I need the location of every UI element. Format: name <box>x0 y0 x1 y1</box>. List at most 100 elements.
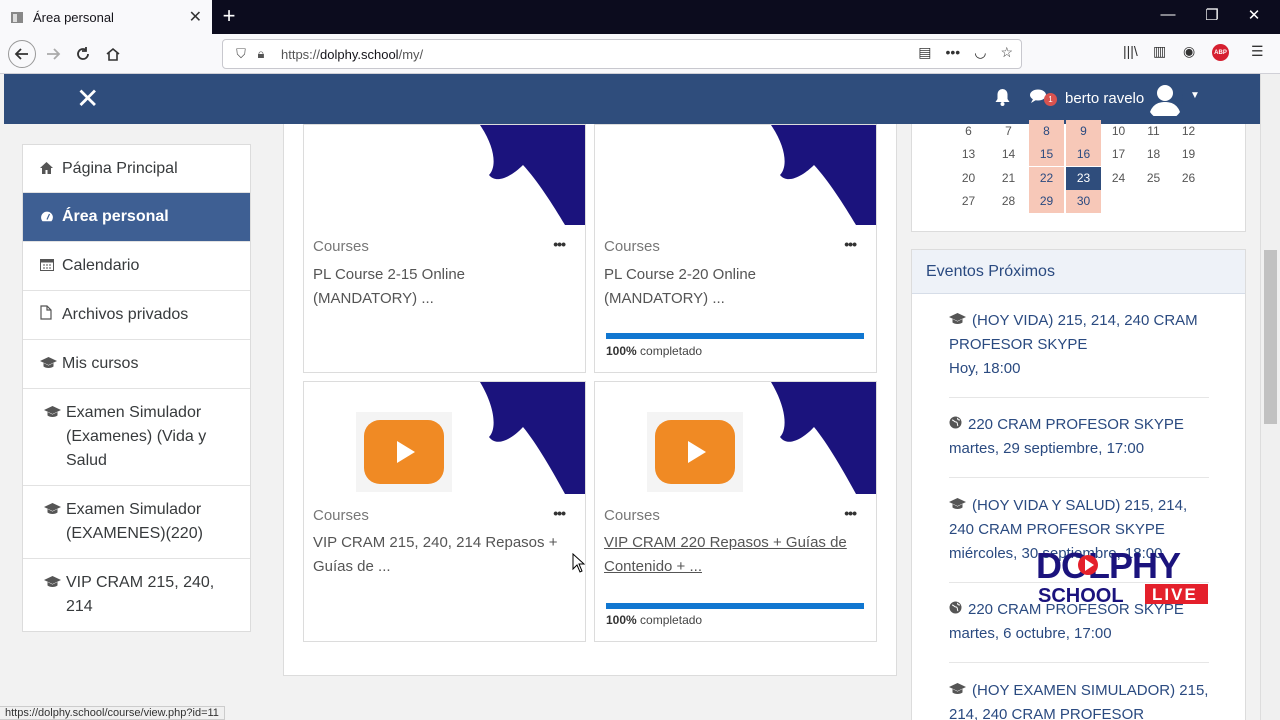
nav-drawer: Página Principal Área personal Calendari… <box>22 144 251 632</box>
more-actions-icon[interactable]: ••• <box>946 44 961 61</box>
bookmark-star-icon[interactable]: ☆ <box>1000 44 1013 61</box>
event-title[interactable]: (HOY EXAMEN SIMULADOR) 215, 214, 240 CRA… <box>949 682 1208 720</box>
calendar-day[interactable]: 7 <box>991 120 1026 143</box>
progress-fill <box>606 333 864 339</box>
back-button[interactable] <box>8 40 36 68</box>
calendar-day[interactable]: 17 <box>1101 143 1136 166</box>
calendar-day[interactable]: 24 <box>1101 167 1136 190</box>
calendar-day[interactable]: 25 <box>1136 167 1171 190</box>
course-card[interactable]: Courses ••• VIP CRAM 220 Repasos + Guías… <box>594 381 877 642</box>
florida-map-icon <box>771 382 876 494</box>
sidebar-item-dashboard[interactable]: Área personal <box>23 193 250 242</box>
course-image[interactable] <box>595 125 876 225</box>
svg-text:SCHOOL: SCHOOL <box>1038 585 1124 606</box>
pocket-icon[interactable]: ◡ <box>974 44 986 61</box>
course-title[interactable]: PL Course 2-15 Online (MANDATORY) ... <box>313 263 573 311</box>
window-close-icon[interactable]: ✕ <box>1244 6 1264 24</box>
sidebar-item-label: Examen Simulador (Examenes) (Vida y Salu… <box>66 404 207 469</box>
reader-view-icon[interactable]: ▤ <box>918 44 931 61</box>
sidebar-item-my-courses[interactable]: Mis cursos <box>23 340 250 389</box>
calendar-day[interactable]: 26 <box>1171 167 1206 190</box>
course-menu-icon[interactable]: ••• <box>553 505 566 521</box>
calendar-day[interactable]: 13 <box>951 143 986 166</box>
video-thumbnail <box>647 412 743 492</box>
calendar-day[interactable]: 6 <box>951 120 986 143</box>
bell-icon[interactable] <box>994 88 1011 111</box>
calendar-icon <box>40 254 62 279</box>
calendar-day[interactable]: 8 <box>1029 120 1064 143</box>
status-bar-url: https://dolphy.school/course/view.php?id… <box>0 706 225 720</box>
sidebar-item-course-vip-cram[interactable]: VIP CRAM 215, 240, 214 <box>23 559 250 631</box>
course-card[interactable]: Courses ••• VIP CRAM 215, 240, 214 Repas… <box>303 381 586 642</box>
menu-icon[interactable]: ☰ <box>1251 43 1264 60</box>
course-menu-icon[interactable]: ••• <box>844 236 857 252</box>
progress-bar <box>606 333 864 339</box>
reload-button[interactable] <box>70 41 96 67</box>
course-title[interactable]: VIP CRAM 215, 240, 214 Repasos + Guías d… <box>313 531 573 579</box>
calendar-day[interactable]: 15 <box>1029 143 1064 166</box>
lock-icon[interactable]: 🔒︎ <box>251 46 271 62</box>
user-name[interactable]: berto ravelo <box>1065 90 1144 107</box>
calendar-day[interactable]: 28 <box>991 190 1026 213</box>
forward-button[interactable] <box>40 41 66 67</box>
minimize-icon[interactable]: — <box>1158 6 1178 23</box>
calendar-day[interactable]: 16 <box>1066 143 1101 166</box>
course-menu-icon[interactable]: ••• <box>553 236 566 252</box>
event-item[interactable]: (HOY VIDA) 215, 214, 240 CRAM PROFESOR S… <box>949 309 1209 381</box>
new-tab-button[interactable]: + <box>218 4 240 28</box>
mouse-cursor-icon <box>572 553 585 573</box>
calendar-day[interactable]: 20 <box>951 167 986 190</box>
calendar-day[interactable]: 14 <box>991 143 1026 166</box>
home-button[interactable] <box>100 41 126 67</box>
shield-icon[interactable]: ⛉ <box>231 46 251 62</box>
user-menu-caret-icon[interactable]: ▼ <box>1190 90 1200 101</box>
course-title[interactable]: PL Course 2-20 Online (MANDATORY) ... <box>604 263 864 311</box>
calendar-day[interactable]: 23 <box>1066 167 1101 190</box>
event-item[interactable]: (HOY EXAMEN SIMULADOR) 215, 214, 240 CRA… <box>949 679 1209 720</box>
account-icon[interactable]: ◉ <box>1183 43 1195 60</box>
course-title-link[interactable]: VIP CRAM 220 Repasos + Guías de Contenid… <box>604 531 864 579</box>
calendar-day[interactable]: 19 <box>1171 143 1206 166</box>
graduation-cap-icon <box>949 498 966 513</box>
scroll-thumb[interactable] <box>1264 250 1277 424</box>
calendar-day[interactable]: 11 <box>1136 120 1171 143</box>
calendar-day[interactable]: 30 <box>1066 190 1101 213</box>
course-image[interactable] <box>304 125 585 225</box>
event-item[interactable]: 220 CRAM PROFESOR SKYPE martes, 29 septi… <box>949 413 1209 461</box>
restore-icon[interactable]: ❐ <box>1202 6 1222 24</box>
arrow-right-icon <box>47 48 61 60</box>
sidebar-item-course-exam-220[interactable]: Examen Simulador (EXAMENES)(220) <box>23 486 250 559</box>
calendar-day[interactable]: 10 <box>1101 120 1136 143</box>
sidebar-toggle-icon[interactable]: ▥ <box>1153 43 1166 60</box>
course-image[interactable] <box>304 382 585 494</box>
url-text[interactable]: https://dolphy.school/my/ <box>281 47 423 62</box>
library-icon[interactable]: |||\ <box>1123 43 1138 59</box>
sidebar-item-private-files[interactable]: Archivos privados <box>23 291 250 340</box>
course-image[interactable] <box>595 382 876 494</box>
calendar-day[interactable]: 29 <box>1029 190 1064 213</box>
adblock-icon[interactable]: ABP <box>1212 44 1229 61</box>
event-title[interactable]: 220 CRAM PROFESOR SKYPE <box>968 416 1184 433</box>
sidebar-item-calendar[interactable]: Calendario <box>23 242 250 291</box>
tab-close-icon[interactable]: ✕ <box>189 7 202 27</box>
course-menu-icon[interactable]: ••• <box>844 505 857 521</box>
browser-tab[interactable]: Área personal ✕ <box>0 0 212 34</box>
url-bar[interactable]: ⛉ 🔒︎ https://dolphy.school/my/ ▤ ••• ◡ ☆ <box>222 39 1022 69</box>
sidebar-item-course-exam-vida[interactable]: Examen Simulador (Examenes) (Vida y Salu… <box>23 389 250 486</box>
home-icon <box>106 47 120 61</box>
course-card[interactable]: Courses ••• PL Course 2-20 Online (MANDA… <box>594 124 877 373</box>
event-title[interactable]: (HOY VIDA) 215, 214, 240 CRAM PROFESOR S… <box>949 312 1198 353</box>
calendar-day[interactable]: 21 <box>991 167 1026 190</box>
calendar-day[interactable]: 12 <box>1171 120 1206 143</box>
calendar-day[interactable]: 9 <box>1066 120 1101 143</box>
event-title[interactable]: (HOY VIDA Y SALUD) 215, 214, 240 CRAM PR… <box>949 497 1187 538</box>
calendar-day[interactable]: 22 <box>1029 167 1064 190</box>
close-drawer-icon[interactable]: ✕ <box>76 84 99 114</box>
course-card[interactable]: Courses ••• PL Course 2-15 Online (MANDA… <box>303 124 586 373</box>
avatar[interactable] <box>1147 80 1183 116</box>
progress-fill <box>606 603 864 609</box>
page-scrollbar[interactable] <box>1260 74 1280 720</box>
calendar-day[interactable]: 27 <box>951 190 986 213</box>
calendar-day[interactable]: 18 <box>1136 143 1171 166</box>
sidebar-item-home[interactable]: Página Principal <box>23 145 250 193</box>
